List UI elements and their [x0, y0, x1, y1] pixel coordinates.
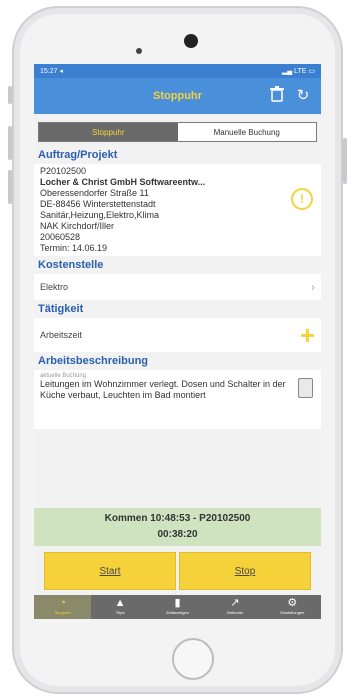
nav-bar: Stoppuhr ↻: [34, 78, 321, 114]
clipboard-icon[interactable]: [298, 378, 313, 398]
mute-switch: [8, 86, 12, 104]
stopwatch-icon: ◔: [59, 597, 67, 609]
tabbar-item-trips[interactable]: ▲ Trips: [91, 595, 148, 619]
timer-icon: ↗: [230, 597, 240, 609]
mode-segmented-control: Stoppuhr Manuelle Buchung: [38, 122, 317, 142]
start-button[interactable]: Start: [44, 552, 176, 590]
auftrag-street: Oberessendorfer Straße 11: [40, 188, 149, 198]
page-title: Stoppuhr: [153, 90, 202, 102]
refresh-icon[interactable]: ↻: [293, 86, 313, 106]
kostenstelle-row[interactable]: Elektro ›: [34, 274, 321, 300]
app-screen: 15:27 ◂ ▂▄ LTE ▭ Stoppuhr ↻ Stoppuhr Man…: [34, 64, 321, 619]
section-heading-auftrag: Auftrag/Projekt: [34, 146, 321, 164]
status-indicators: ▂▄ LTE ▭: [281, 68, 315, 75]
plus-icon[interactable]: +: [300, 320, 315, 351]
auftrag-card[interactable]: P20102500 Locher & Christ GmbH Softwaree…: [34, 164, 321, 256]
arbeitsbeschreibung-card[interactable]: aktuelle Buchung Leitungen im Wohnzimmer…: [34, 370, 321, 429]
power-button: [343, 138, 347, 184]
home-button[interactable]: [172, 638, 214, 680]
section-heading-kostenstelle: Kostenstelle: [34, 256, 321, 274]
desc-text: Leitungen im Wohnzimmer verlegt. Dosen u…: [40, 379, 286, 400]
auftrag-number: P20102500: [40, 166, 87, 176]
taetigkeit-row[interactable]: Arbeitszeit +: [34, 318, 321, 352]
tabbar-label: Einstellungen: [280, 610, 305, 615]
trips-icon: ▲: [114, 597, 126, 609]
trash-icon[interactable]: [267, 86, 287, 106]
chevron-right-icon: ›: [311, 280, 315, 294]
camera-dot: [136, 48, 142, 54]
taetigkeit-value: Arbeitszeit: [40, 330, 83, 340]
tabbar-item-stoppuhr[interactable]: ◔ Stoppuhr: [34, 595, 92, 619]
section-heading-arbeitsbeschreibung: Arbeitsbeschreibung: [34, 352, 321, 370]
auftrag-city: DE-88456 Winterstettenstadt: [40, 199, 156, 209]
tabbar-item-zeitkonto[interactable]: ↗ Zeitkonto: [206, 595, 263, 619]
section-heading-taetigkeit: Tätigkeit: [34, 300, 321, 318]
status-bar: 15:27 ◂ ▂▄ LTE ▭: [34, 64, 321, 78]
volume-up-button: [8, 126, 12, 160]
tabbar-item-einstellungen[interactable]: ⚙ Einstellungen: [264, 595, 321, 619]
auftrag-project: NAK Kirchdorf/Iller: [40, 221, 115, 231]
auftrag-trades: Sanitär,Heizung,Elektro,Klima: [40, 210, 160, 220]
tabbar-label: Zeitkonto: [226, 610, 244, 615]
banner-kommen: Kommen 10:48:53 - P20102500: [104, 513, 251, 524]
kostenstelle-value: Elektro: [40, 282, 69, 292]
clipboard-icon: ▮: [174, 597, 181, 609]
info-icon[interactable]: !: [291, 188, 313, 210]
time-banner: Kommen 10:48:53 - P20102500 00:38:20: [34, 508, 321, 546]
tabbar-item-zeitanzeigen[interactable]: ▮ Zeitanzeigen: [149, 595, 206, 619]
volume-down-button: [8, 170, 12, 204]
tab-bar: ◔ Stoppuhr ▲ Trips ▮ Zeitanzeigen ↗ Zeit…: [34, 595, 321, 619]
tabbar-label: Zeitanzeigen: [166, 610, 189, 615]
auftrag-code: 20060528: [40, 232, 81, 242]
front-camera: [184, 34, 198, 48]
tabbar-label: Stoppuhr: [54, 610, 71, 615]
gear-icon: ⚙: [287, 597, 298, 609]
banner-elapsed: 00:38:20: [157, 529, 198, 540]
stop-button[interactable]: Stop: [179, 552, 311, 590]
auftrag-company: Locher & Christ GmbH Softwareentw...: [40, 177, 206, 187]
tab-stoppuhr[interactable]: Stoppuhr: [39, 123, 178, 141]
status-time: 15:27 ◂: [40, 68, 63, 75]
tab-manuelle-buchung[interactable]: Manuelle Buchung: [177, 123, 316, 141]
tabbar-label: Trips: [115, 610, 125, 615]
auftrag-termin: Termin: 14.06.19: [40, 243, 108, 253]
